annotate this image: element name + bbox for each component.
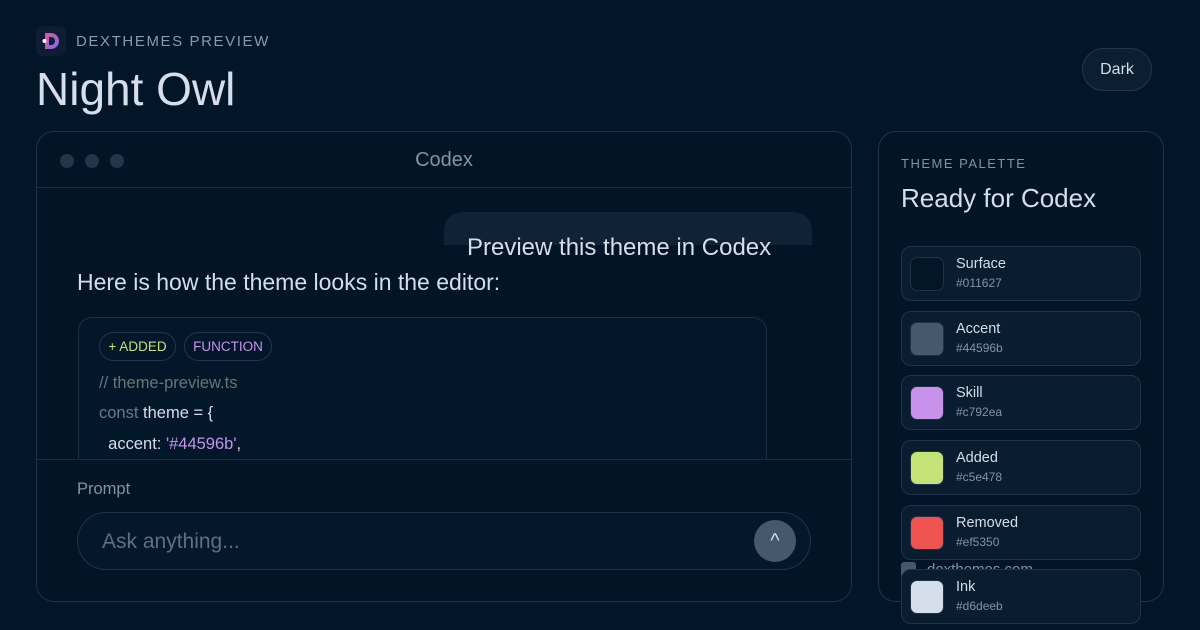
swatch-hex: #c5e478 <box>956 470 1003 484</box>
code-line-comment: // theme-preview.ts <box>99 374 238 392</box>
prompt-composer: Prompt ^ <box>37 459 851 601</box>
code-keyword: const <box>99 404 139 422</box>
code-string: '#44596b' <box>165 435 237 453</box>
code-line-accent: accent: '#44596b', <box>99 435 241 454</box>
swatch-ink: Ink #d6deeb <box>901 569 1141 624</box>
swatch-hex: #011627 <box>956 276 1002 290</box>
swatch-hex: #44596b <box>956 341 1003 355</box>
prompt-input[interactable] <box>102 528 722 556</box>
user-message-text: Preview this theme in Codex <box>467 234 772 261</box>
page-title: Night Owl <box>36 63 236 115</box>
swatch-name: Accent <box>956 321 1001 337</box>
brand: DEXTHEMES PREVIEW <box>36 26 270 56</box>
function-tag: FUNCTION <box>184 332 272 361</box>
added-tag: + ADDED <box>99 332 176 361</box>
swatch-accent: Accent #44596b <box>901 311 1141 366</box>
send-arrow-icon: ^ <box>770 529 780 552</box>
theme-mode-button[interactable]: Dark <box>1082 48 1152 91</box>
swatch-chip <box>910 451 944 485</box>
window-titlebar: Codex <box>37 132 851 188</box>
swatch-hex: #d6deeb <box>956 599 1003 613</box>
swatch-name: Skill <box>956 385 983 401</box>
code-line-const: const theme = { <box>99 404 213 423</box>
swatch-chip <box>910 516 944 550</box>
swatch-skill: Skill #c792ea <box>901 375 1141 430</box>
swatch-name: Ink <box>956 579 976 595</box>
brand-eyebrow: DEXTHEMES PREVIEW <box>76 32 270 50</box>
swatch-hex: #ef5350 <box>956 535 1000 549</box>
palette-title: Ready for Codex <box>901 183 1097 213</box>
code-property: accent: <box>99 435 166 453</box>
assistant-message-text: Here is how the theme looks in the edito… <box>77 269 501 295</box>
send-button[interactable]: ^ <box>754 520 796 562</box>
code-declaration: theme = { <box>138 404 214 422</box>
codex-window: Codex Preview this theme in Codex Here i… <box>36 131 852 602</box>
prompt-box: ^ <box>77 512 811 570</box>
swatch-name: Removed <box>956 515 1019 531</box>
swatch-chip <box>910 580 944 614</box>
swatch-name: Added <box>956 450 998 466</box>
swatch-hex: #c792ea <box>956 405 1003 419</box>
code-punctuation: , <box>236 435 242 453</box>
swatch-chip <box>910 386 944 420</box>
swatch-surface: Surface #011627 <box>901 246 1141 301</box>
swatch-added: Added #c5e478 <box>901 440 1141 495</box>
swatch-removed: Removed #ef5350 <box>901 505 1141 560</box>
palette-eyebrow: THEME PALETTE <box>901 156 1027 171</box>
dexthemes-logo-icon <box>36 26 66 56</box>
swatch-chip <box>910 257 944 291</box>
swatch-name: Surface <box>956 256 1006 272</box>
prompt-label: Prompt <box>77 480 131 498</box>
window-title: Codex <box>415 149 473 171</box>
swatch-chip <box>910 322 944 356</box>
